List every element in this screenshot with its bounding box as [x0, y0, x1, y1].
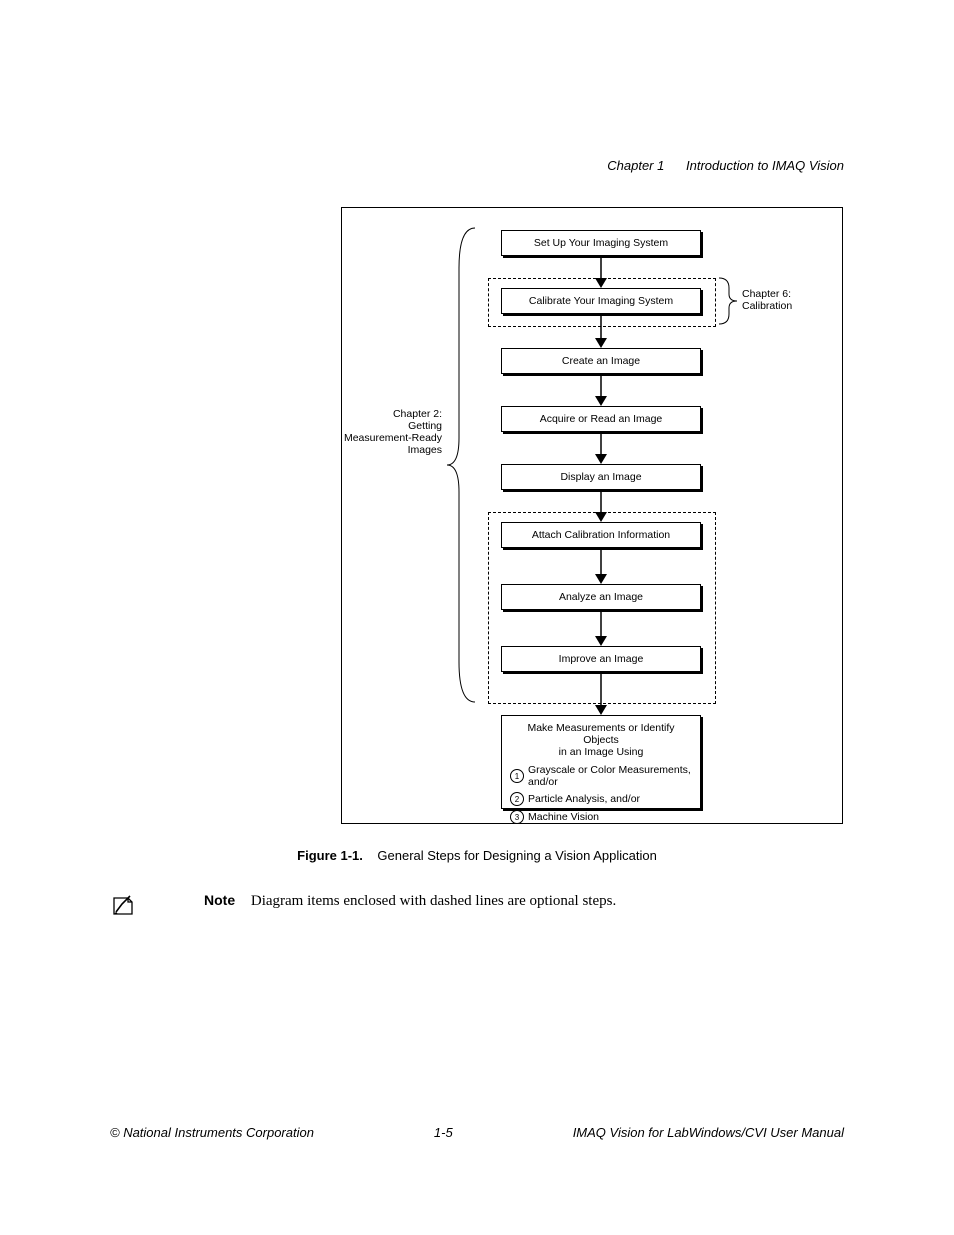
footer-page-number: 1-5	[434, 1125, 453, 1140]
finalbox-title-l1: Make Measurements or Identify Objects	[510, 722, 692, 746]
header-chapter: Chapter 1	[607, 158, 664, 173]
finalbox-row3: 3 Machine Vision	[510, 810, 692, 824]
note-body: Diagram items enclosed with dashed lines…	[251, 893, 616, 909]
arrow-icon	[594, 672, 608, 715]
chapter2-label-l1: Chapter 2:	[334, 408, 442, 420]
note-label: Note	[204, 892, 235, 908]
header-title: Introduction to IMAQ Vision	[686, 158, 844, 173]
page-header: Chapter 1 Introduction to IMAQ Vision	[607, 158, 844, 173]
arrow-icon	[594, 548, 608, 584]
flowbox-final: Make Measurements or Identify Objects in…	[501, 715, 701, 809]
flowbox-display: Display an Image	[501, 464, 701, 490]
page-footer: © National Instruments Corporation 1-5 I…	[110, 1125, 844, 1140]
figure-caption: Figure 1-1. General Steps for Designing …	[110, 848, 844, 863]
arrow-icon	[594, 610, 608, 646]
flowbox-analyze: Analyze an Image	[501, 584, 701, 610]
finalbox-row3-text: Machine Vision	[528, 811, 599, 823]
chapter6-label: Chapter 6: Calibration	[742, 288, 792, 312]
note-row: Note Diagram items enclosed with dashed …	[110, 892, 844, 923]
chapter6-label-l2: Calibration	[742, 300, 792, 312]
chapter6-label-l1: Chapter 6:	[742, 288, 792, 300]
left-brace-icon	[447, 228, 487, 702]
finalbox-row1-text: Grayscale or Color Measurements, and/or	[528, 764, 692, 788]
finalbox-row2-text: Particle Analysis, and/or	[528, 793, 640, 805]
figure-number: Figure 1-1.	[297, 848, 363, 863]
arrow-icon	[594, 490, 608, 522]
footer-copyright: © National Instruments Corporation	[110, 1125, 314, 1140]
flowbox-improve: Improve an Image	[501, 646, 701, 672]
finalbox-row2: 2 Particle Analysis, and/or	[510, 792, 692, 806]
footer-doc-title: IMAQ Vision for LabWindows/CVI User Manu…	[573, 1125, 844, 1140]
chapter2-label-l4: Images	[334, 444, 442, 456]
flowbox-setup: Set Up Your Imaging System	[501, 230, 701, 256]
arrow-icon	[594, 256, 608, 288]
finalbox-title-l2: in an Image Using	[510, 746, 692, 758]
flowbox-acquire: Acquire or Read an Image	[501, 406, 701, 432]
arrow-icon	[594, 432, 608, 464]
chapter2-label-l3: Measurement-Ready	[334, 432, 442, 444]
flowbox-create: Create an Image	[501, 348, 701, 374]
note-text: Note Diagram items enclosed with dashed …	[204, 892, 616, 910]
flowbox-calibrate: Calibrate Your Imaging System	[501, 288, 701, 314]
arrow-icon	[594, 374, 608, 406]
finalbox-title: Make Measurements or Identify Objects in…	[510, 722, 692, 758]
chapter2-label: Chapter 2: Getting Measurement-Ready Ima…	[334, 408, 442, 456]
flowbox-attach: Attach Calibration Information	[501, 522, 701, 548]
chapter2-label-l2: Getting	[334, 420, 442, 432]
figure-title: General Steps for Designing a Vision App…	[377, 848, 656, 863]
finalbox-row1: 1 Grayscale or Color Measurements, and/o…	[510, 764, 692, 788]
circled-2-icon: 2	[510, 792, 524, 806]
circled-3-icon: 3	[510, 810, 524, 824]
circled-1-icon: 1	[510, 769, 524, 783]
diagram-frame: Chapter 2: Getting Measurement-Ready Ima…	[341, 207, 843, 824]
note-icon	[110, 892, 150, 923]
arrow-icon	[594, 314, 608, 348]
